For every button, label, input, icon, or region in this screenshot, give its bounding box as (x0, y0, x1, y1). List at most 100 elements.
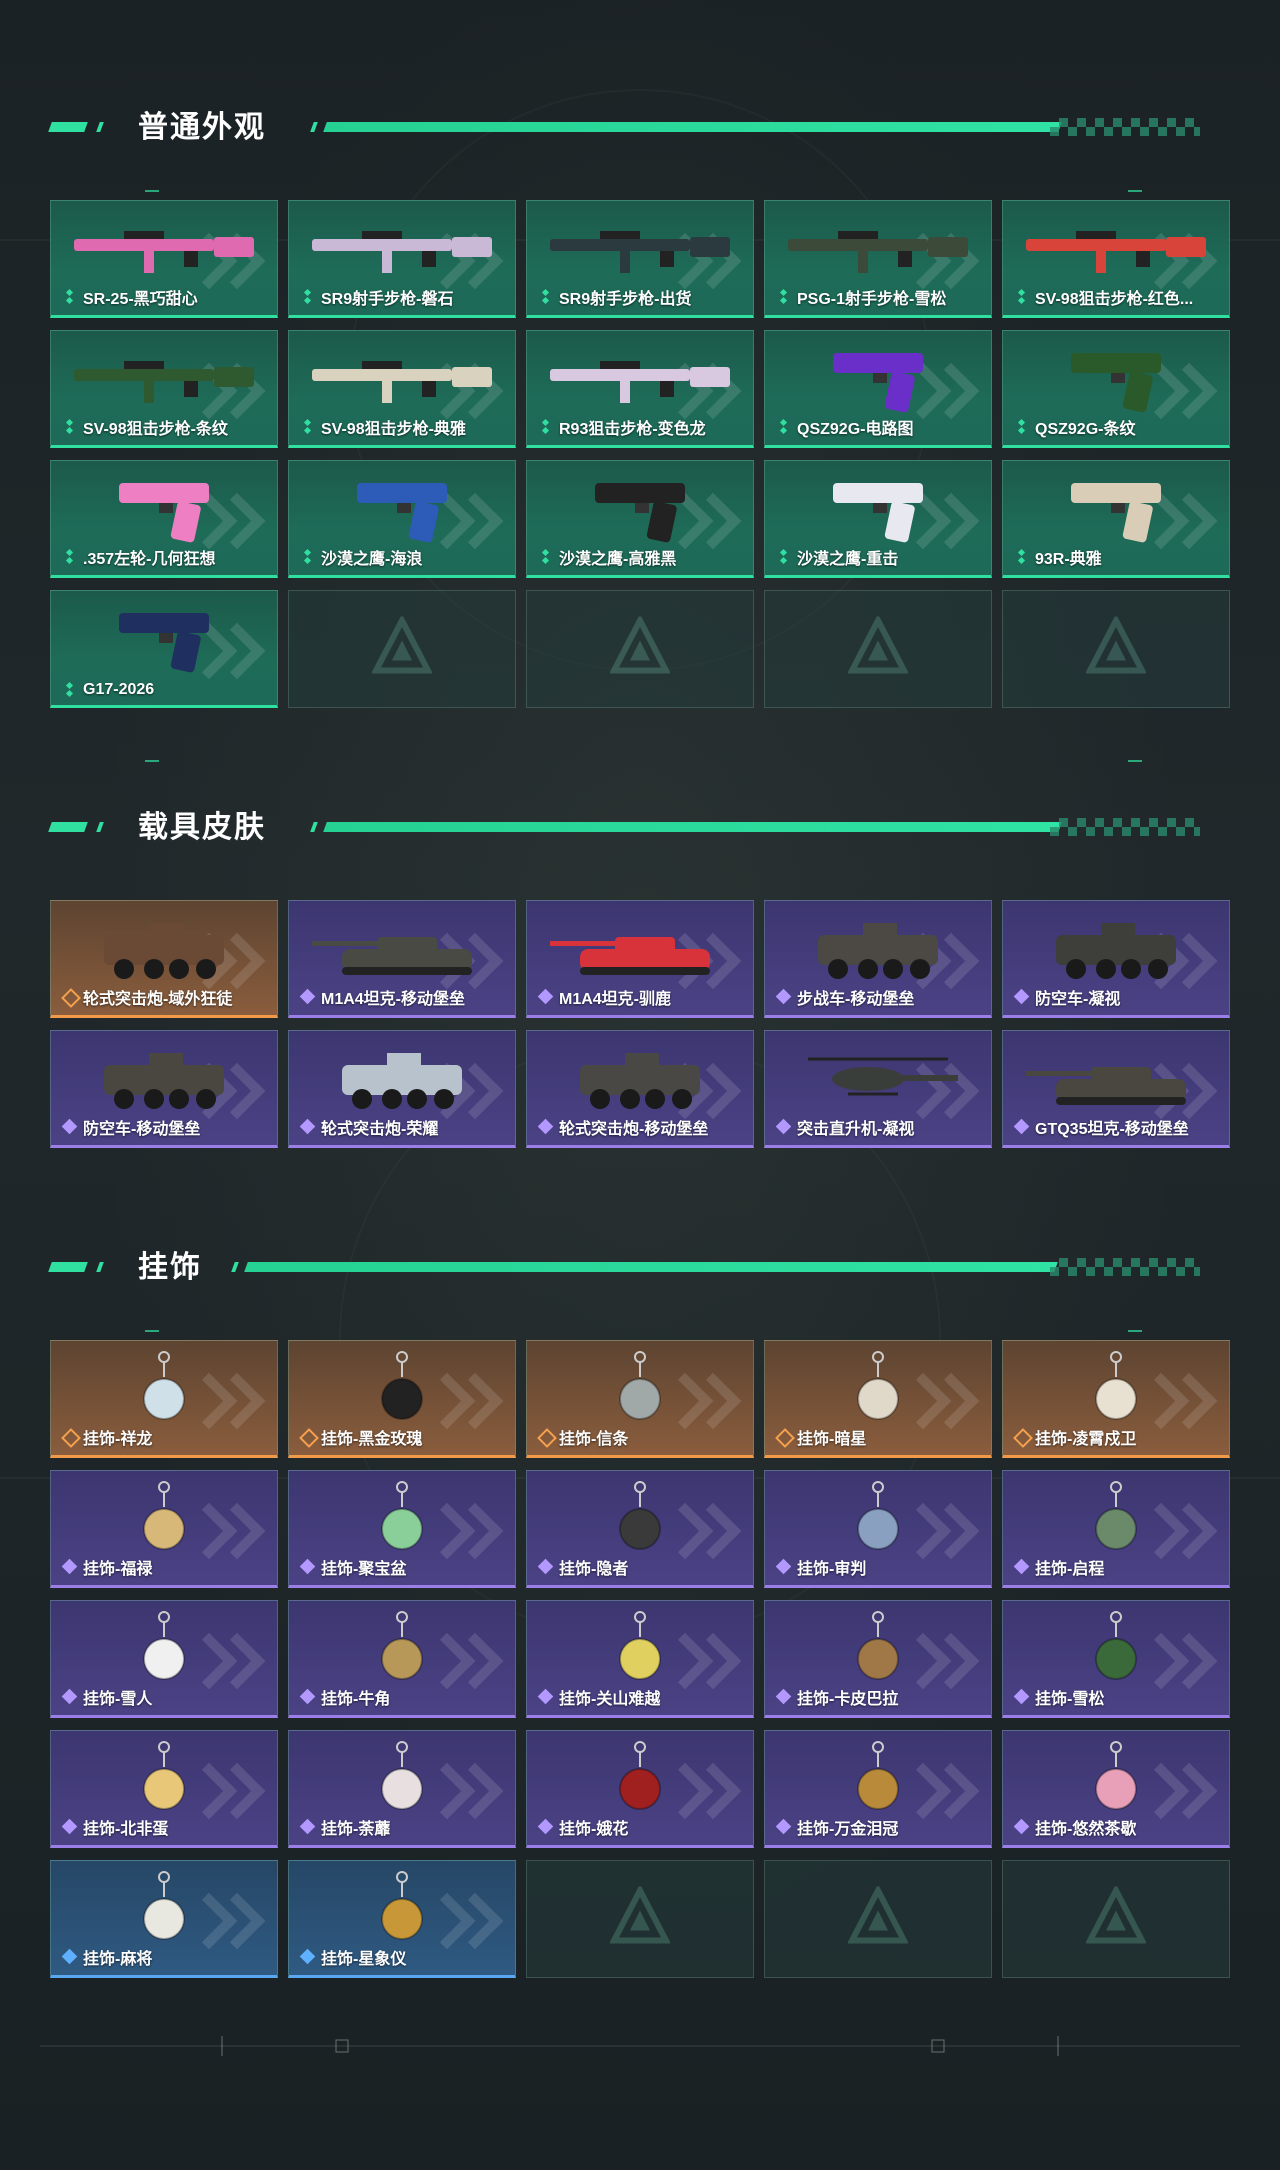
rarity-diamond-icon (777, 1690, 791, 1704)
rarity-diamond-icon (539, 1690, 553, 1704)
cylinder-charm-icon (540, 1609, 740, 1692)
item-label: 93R-典雅 (1035, 551, 1102, 568)
rarity-diamond-icon (1015, 1820, 1029, 1834)
item-card[interactable]: M1A4坦克-移动堡垒 (288, 900, 516, 1018)
tree-charm-icon (1016, 1609, 1216, 1692)
item-card[interactable]: 93R-典雅 (1002, 460, 1230, 578)
rarity-diamond-icon (301, 420, 315, 434)
item-card[interactable]: 挂饰-启程 (1002, 1470, 1230, 1588)
rarity-diamond-icon (1015, 1120, 1029, 1134)
item-card[interactable]: SR9射手步枪-磐石 (288, 200, 516, 318)
rifle-icon (64, 209, 264, 292)
item-card[interactable]: 轮式突击炮-移动堡垒 (526, 1030, 754, 1148)
charm-grid: 挂饰-祥龙 挂饰-黑金玫瑰 挂饰-信条 挂饰-暗星 挂饰-凌霄戍卫 挂饰-福禄 … (50, 1340, 1230, 1978)
rarity-diamond-icon (301, 1950, 315, 1964)
item-card[interactable]: 挂饰-暗星 (764, 1340, 992, 1458)
item-card[interactable]: 挂饰-祥龙 (50, 1340, 278, 1458)
item-card[interactable]: 挂饰-聚宝盆 (288, 1470, 516, 1588)
item-label: SV-98狙击步枪-典雅 (321, 421, 466, 438)
item-card[interactable]: 挂饰-悠然茶歇 (1002, 1730, 1230, 1848)
rarity-diamond-icon (301, 1120, 315, 1134)
item-card[interactable]: 挂饰-关山难越 (526, 1600, 754, 1718)
item-card[interactable]: 防空车-移动堡垒 (50, 1030, 278, 1148)
pistol-icon (778, 339, 978, 422)
rarity-diamond-icon (777, 550, 791, 564)
item-card[interactable]: 挂饰-信条 (526, 1340, 754, 1458)
item-card[interactable]: 挂饰-凌霄戍卫 (1002, 1340, 1230, 1458)
item-card[interactable]: 挂饰-娥花 (526, 1730, 754, 1848)
rarity-diamond-icon (301, 550, 315, 564)
item-card[interactable]: 突击直升机-凝视 (764, 1030, 992, 1148)
item-card[interactable]: R93狙击步枪-变色龙 (526, 330, 754, 448)
item-card[interactable]: 沙漠之鹰-海浪 (288, 460, 516, 578)
item-card[interactable]: 挂饰-卡皮巴拉 (764, 1600, 992, 1718)
apc-icon (64, 1039, 264, 1122)
item-label: QSZ92G-条纹 (1035, 421, 1136, 438)
pistol-icon (540, 469, 740, 552)
blade-charm-icon (540, 1349, 740, 1432)
item-card[interactable]: QSZ92G-条纹 (1002, 330, 1230, 448)
item-card[interactable]: SV-98狙击步枪-条纹 (50, 330, 278, 448)
item-card[interactable]: SR9射手步枪-出货 (526, 200, 754, 318)
item-card[interactable]: 挂饰-福禄 (50, 1470, 278, 1588)
rarity-diamond-icon (539, 1430, 553, 1444)
item-card[interactable]: 挂饰-星象仪 (288, 1860, 516, 1978)
item-label: 挂饰-雪人 (83, 1691, 153, 1708)
item-card[interactable]: QSZ92G-电路图 (764, 330, 992, 448)
weapon-skin-grid: SR-25-黑巧甜心 SR9射手步枪-磐石 SR9射手步枪-出货 PSG-1射手… (50, 200, 1230, 708)
item-card[interactable]: 挂饰-雪人 (50, 1600, 278, 1718)
item-card[interactable]: 沙漠之鹰-高雅黑 (526, 460, 754, 578)
rarity-diamond-icon (63, 1120, 77, 1134)
item-card[interactable]: 挂饰-荼蘼 (288, 1730, 516, 1848)
item-label: 挂饰-信条 (559, 1431, 629, 1448)
item-card[interactable]: 挂饰-麻将 (50, 1860, 278, 1978)
item-label: 轮式突击炮-荣耀 (321, 1121, 439, 1138)
item-card[interactable]: 挂饰-黑金玫瑰 (288, 1340, 516, 1458)
rarity-diamond-icon (539, 290, 553, 304)
empty-slot (288, 590, 516, 708)
item-card[interactable]: 挂饰-北非蛋 (50, 1730, 278, 1848)
item-label: 挂饰-雪松 (1035, 1691, 1105, 1708)
section-title: 载具皮肤 (138, 811, 266, 844)
item-label: SR9射手步枪-磐石 (321, 291, 454, 308)
item-label: 挂饰-牛角 (321, 1691, 391, 1708)
item-card[interactable]: 挂饰-审判 (764, 1470, 992, 1588)
item-label: R93狙击步枪-变色龙 (559, 421, 706, 438)
item-card[interactable]: 沙漠之鹰-重击 (764, 460, 992, 578)
item-card[interactable]: 挂饰-雪松 (1002, 1600, 1230, 1718)
rarity-diamond-icon (777, 990, 791, 1004)
item-card[interactable]: 步战车-移动堡垒 (764, 900, 992, 1018)
armored-car-icon (64, 909, 264, 992)
rarity-diamond-icon (1015, 290, 1029, 304)
item-card[interactable]: 轮式突击炮-域外狂徒 (50, 900, 278, 1018)
flower-charm-icon (540, 1739, 740, 1822)
apc-icon (1016, 909, 1216, 992)
item-card[interactable]: 挂饰-牛角 (288, 1600, 516, 1718)
item-card[interactable]: 防空车-凝视 (1002, 900, 1230, 1018)
item-card[interactable]: 挂饰-万金泪冠 (764, 1730, 992, 1848)
rarity-diamond-icon (63, 1560, 77, 1574)
rarity-diamond-icon (777, 1120, 791, 1134)
item-card[interactable]: 轮式突击炮-荣耀 (288, 1030, 516, 1148)
item-card[interactable]: 挂饰-隐者 (526, 1470, 754, 1588)
rarity-diamond-icon (539, 1820, 553, 1834)
egg-charm-icon (64, 1739, 264, 1822)
item-label: 挂饰-荼蘼 (321, 1821, 391, 1838)
item-card[interactable]: M1A4坦克-驯鹿 (526, 900, 754, 1018)
item-card[interactable]: GTQ35坦克-移动堡垒 (1002, 1030, 1230, 1148)
item-card[interactable]: G17-2026 (50, 590, 278, 708)
item-card[interactable]: SV-98狙击步枪-红色... (1002, 200, 1230, 318)
rarity-diamond-icon (63, 1820, 77, 1834)
item-label: 沙漠之鹰-海浪 (321, 551, 423, 568)
item-label: GTQ35坦克-移动堡垒 (1035, 1121, 1189, 1138)
item-label: 挂饰-麻将 (83, 1951, 153, 1968)
sniper-icon (302, 339, 502, 422)
item-card[interactable]: .357左轮-几何狂想 (50, 460, 278, 578)
rarity-diamond-icon (63, 550, 77, 564)
item-card[interactable]: PSG-1射手步枪-雪松 (764, 200, 992, 318)
item-label: M1A4坦克-移动堡垒 (321, 991, 466, 1008)
item-card[interactable]: SR-25-黑巧甜心 (50, 200, 278, 318)
tank-icon (540, 909, 740, 992)
item-card[interactable]: SV-98狙击步枪-典雅 (288, 330, 516, 448)
armored-car-icon (302, 1039, 502, 1122)
